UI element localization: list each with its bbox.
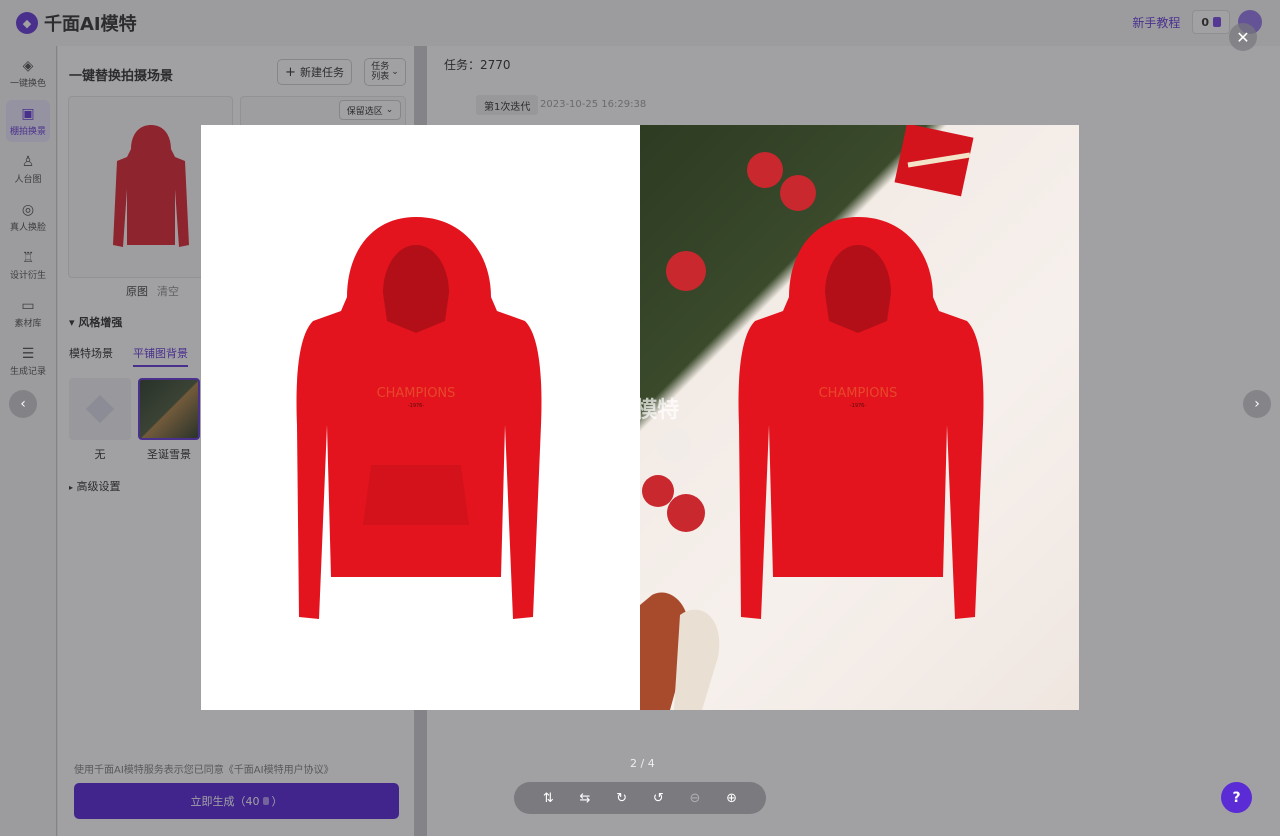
flip-horizontal-icon[interactable]: ⇆ xyxy=(575,791,595,806)
viewer-toolbar: ⇅ ⇆ ↻ ↺ ⊖ ⊕ xyxy=(514,782,766,814)
rotate-right-icon[interactable]: ↻ xyxy=(612,791,632,806)
watermark: 千面AI模特 xyxy=(566,398,680,423)
zoom-out-icon[interactable]: ⊖ xyxy=(685,791,705,806)
rotate-left-icon[interactable]: ↺ xyxy=(648,791,668,806)
hoodie-print-sub: -1976- xyxy=(850,403,867,409)
close-icon[interactable]: ✕ xyxy=(1229,23,1257,51)
zoom-in-icon[interactable]: ⊕ xyxy=(722,791,742,806)
chevron-right-icon: › xyxy=(1254,396,1260,412)
christmas-scene: CHAMPIONS -1976- xyxy=(640,125,984,710)
next-image-button[interactable]: › xyxy=(1243,390,1271,418)
flip-vertical-icon[interactable]: ⇅ xyxy=(538,791,558,806)
image-counter: 2 / 4 xyxy=(630,757,655,770)
chevron-left-icon: ‹ xyxy=(20,396,26,412)
help-button[interactable]: ? xyxy=(1221,782,1252,813)
preview-image: CHAMPIONS -1976- CHAMPIONS -1976- 千面AI模特 xyxy=(201,125,1079,710)
hoodie-print-sub: -1976- xyxy=(408,403,425,409)
prev-image-button[interactable]: ‹ xyxy=(9,390,37,418)
generated-image: CHAMPIONS -1976- xyxy=(640,125,1079,710)
hoodie-print-text: CHAMPIONS xyxy=(819,386,898,401)
hoodie-print-text: CHAMPIONS xyxy=(377,386,456,401)
